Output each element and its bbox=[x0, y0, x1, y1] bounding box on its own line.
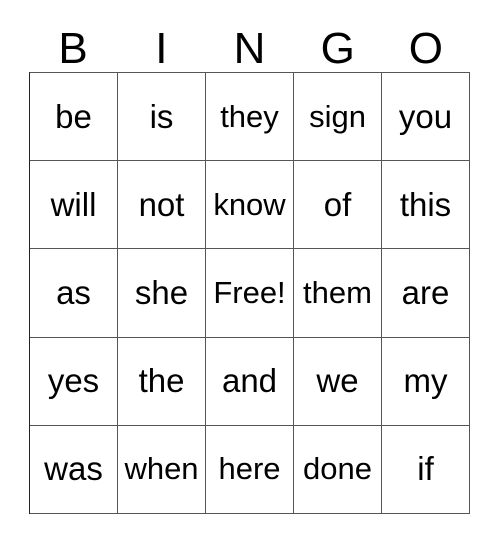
bingo-header-letter-n: N bbox=[233, 24, 266, 73]
bingo-card: B I N G O be is they sign you will not k… bbox=[0, 0, 500, 544]
bingo-cell-label: done bbox=[303, 451, 372, 487]
bingo-cell-i5[interactable]: when bbox=[118, 425, 206, 514]
bingo-cell-label: when bbox=[124, 451, 199, 487]
bingo-cell-label: as bbox=[56, 273, 91, 311]
bingo-cell-o3[interactable]: are bbox=[382, 249, 470, 338]
bingo-cell-label: them bbox=[303, 274, 372, 310]
bingo-cell-o5[interactable]: if bbox=[382, 425, 470, 514]
bingo-cell-label: are bbox=[401, 273, 450, 311]
bingo-cell-label: of bbox=[323, 185, 352, 223]
bingo-cell-label: know bbox=[213, 186, 286, 222]
bingo-cell-label: she bbox=[134, 273, 189, 311]
bingo-cell-label: not bbox=[138, 185, 185, 223]
bingo-cell-n2[interactable]: know bbox=[206, 161, 294, 250]
bingo-free-space-label: Free! bbox=[213, 274, 286, 310]
bingo-cell-g1[interactable]: sign bbox=[294, 73, 382, 162]
bingo-cell-label: here bbox=[218, 451, 281, 487]
bingo-cell-b2[interactable]: will bbox=[30, 161, 118, 250]
bingo-cell-g5[interactable]: done bbox=[294, 425, 382, 514]
bingo-header-letter-b: B bbox=[58, 24, 88, 73]
bingo-cell-n1[interactable]: they bbox=[206, 73, 294, 162]
bingo-cell-label: you bbox=[398, 97, 453, 135]
bingo-cell-label: was bbox=[44, 450, 103, 488]
bingo-cell-o4[interactable]: my bbox=[382, 337, 470, 426]
bingo-cell-i1[interactable]: is bbox=[118, 73, 206, 162]
bingo-cell-label: yes bbox=[47, 362, 100, 400]
bingo-cell-b4[interactable]: yes bbox=[30, 337, 118, 426]
bingo-cell-i4[interactable]: the bbox=[118, 337, 206, 426]
bingo-cell-i2[interactable]: not bbox=[118, 161, 206, 250]
bingo-cell-label: this bbox=[399, 185, 452, 223]
bingo-cell-label: and bbox=[221, 362, 278, 400]
bingo-cell-o1[interactable]: you bbox=[382, 73, 470, 162]
bingo-cell-g4[interactable]: we bbox=[294, 337, 382, 426]
bingo-header-letter-o: O bbox=[408, 24, 444, 73]
bingo-cell-n5[interactable]: here bbox=[206, 425, 294, 514]
bingo-cell-label: sign bbox=[309, 98, 366, 134]
bingo-cell-label: we bbox=[316, 362, 359, 400]
bingo-header-letter-g: G bbox=[320, 24, 355, 73]
bingo-cell-label: will bbox=[50, 185, 97, 223]
bingo-cell-i3[interactable]: she bbox=[118, 249, 206, 338]
bingo-header-letter-i: I bbox=[155, 24, 168, 73]
bingo-cell-b3[interactable]: as bbox=[30, 249, 118, 338]
bingo-cell-label: my bbox=[403, 362, 448, 400]
bingo-cell-label: be bbox=[55, 97, 92, 135]
bingo-cell-o2[interactable]: this bbox=[382, 161, 470, 250]
bingo-cell-label: is bbox=[149, 97, 174, 135]
bingo-cell-label: the bbox=[138, 362, 185, 400]
bingo-cell-b1[interactable]: be bbox=[30, 73, 118, 162]
bingo-cell-n4[interactable]: and bbox=[206, 337, 294, 426]
bingo-cell-b5[interactable]: was bbox=[30, 425, 118, 514]
bingo-grid: be is they sign you will not know of thi… bbox=[29, 72, 470, 514]
bingo-cell-g2[interactable]: of bbox=[294, 161, 382, 250]
bingo-cell-g3[interactable]: them bbox=[294, 249, 382, 338]
bingo-header-row: B I N G O bbox=[29, 20, 470, 72]
bingo-cell-label: they bbox=[220, 98, 279, 134]
bingo-cell-label: if bbox=[417, 450, 434, 488]
bingo-cell-free-space[interactable]: Free! bbox=[206, 249, 294, 338]
